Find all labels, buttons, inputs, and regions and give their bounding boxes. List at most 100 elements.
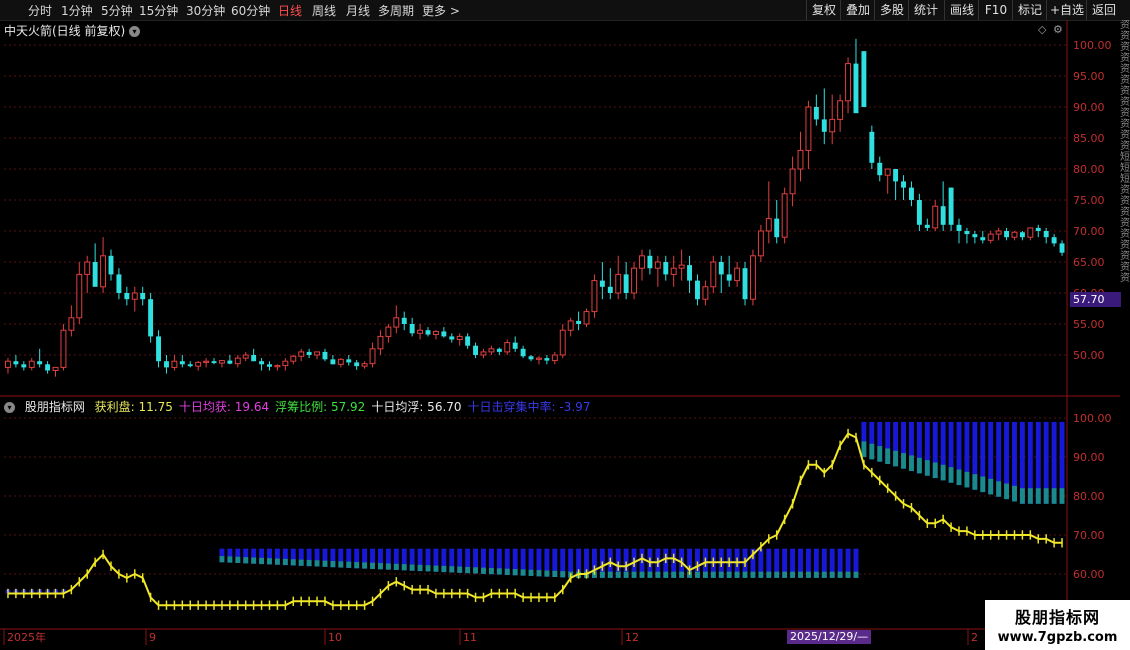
cursor-date-badge: 2025/12/29/— — [787, 630, 872, 644]
candle-body-up — [654, 261, 661, 269]
candle-body-down — [227, 360, 233, 364]
chip-band-teal — [766, 571, 772, 578]
chip-band-teal — [774, 571, 780, 578]
candle-body-up — [84, 261, 91, 275]
candle-body-down — [607, 286, 613, 293]
candle-body-up — [615, 273, 622, 294]
chip-band-teal — [790, 571, 796, 578]
candle-body-up — [757, 230, 764, 257]
candle-body-down — [322, 351, 328, 360]
chip-band-teal — [409, 564, 415, 571]
candle-body-up — [559, 329, 566, 356]
candle-body-down — [496, 348, 502, 352]
chip-band-teal — [837, 571, 843, 578]
chip-band-teal — [362, 562, 368, 569]
chip-band-teal — [639, 571, 645, 578]
chip-band-teal — [314, 560, 320, 567]
chip-band-teal — [988, 478, 994, 495]
chip-band-teal — [924, 460, 930, 476]
candle-body-down — [972, 234, 978, 238]
candle-body-down — [948, 187, 954, 225]
candle-body-down — [1059, 243, 1065, 253]
chip-band-teal — [354, 562, 360, 569]
chip-band-teal — [219, 556, 225, 563]
candle-body-down — [306, 351, 312, 355]
candle-body-down — [647, 255, 653, 269]
chip-band-teal — [338, 561, 344, 568]
candle-body-up — [52, 366, 59, 371]
chip-band-teal — [1051, 488, 1057, 504]
candle-body-up — [536, 357, 542, 360]
candle-body-up — [504, 342, 511, 353]
candle-body-down — [330, 359, 336, 365]
candle-body-down — [893, 169, 899, 182]
candle-body-up — [76, 273, 83, 319]
candle-body-up — [282, 360, 289, 367]
chip-band-teal — [552, 570, 558, 578]
chip-band-teal — [504, 568, 510, 575]
chip-band-teal — [829, 571, 835, 578]
chip-band-teal — [821, 571, 827, 578]
candle-body-up — [631, 267, 638, 294]
watermark: 股朋指标网 www.7gpzb.com — [985, 600, 1130, 650]
candle-body-up — [456, 335, 463, 340]
candle-body-down — [718, 262, 724, 275]
candle-body-down — [687, 265, 693, 281]
candle-body-up — [749, 255, 756, 300]
chip-band-teal — [655, 571, 661, 578]
candle-body-down — [1035, 227, 1041, 231]
candle-body-up — [1027, 227, 1034, 238]
chip-band-teal — [1012, 485, 1017, 502]
candle-body-down — [813, 107, 819, 120]
candle-body-down — [37, 361, 43, 365]
chip-band-teal — [695, 571, 700, 578]
candle-body-up — [417, 329, 424, 334]
chip-band-teal — [710, 571, 716, 578]
main-y-tick: 75.00 — [1073, 194, 1105, 207]
candle-body-down — [695, 280, 700, 300]
chip-band-teal — [861, 441, 867, 457]
candle-body-up — [670, 267, 677, 275]
chip-band-teal — [425, 565, 431, 572]
indicator-y-tick: 100.00 — [1073, 412, 1112, 425]
chip-band-teal — [980, 476, 986, 493]
chip-band-teal — [330, 560, 336, 568]
candle-body-up — [678, 264, 685, 269]
candle-body-down — [520, 348, 526, 357]
candle-body-up — [298, 351, 305, 357]
candle-body-up — [551, 354, 558, 362]
main-y-tick: 100.00 — [1073, 39, 1112, 52]
candle-body-up — [393, 317, 400, 328]
candle-body-up — [218, 360, 225, 364]
chip-band-teal — [235, 556, 241, 564]
candle-body-up — [987, 233, 994, 241]
chip-band-teal — [528, 569, 534, 576]
candle-body-down — [21, 364, 27, 368]
candle-body-down — [956, 224, 962, 231]
candle-body-down — [901, 181, 906, 188]
indicator-y-tick: 70.00 — [1073, 529, 1105, 542]
chip-band-teal — [251, 557, 257, 564]
chip-band-teal — [298, 559, 304, 566]
chip-band-teal — [869, 443, 875, 460]
candle-body-up — [68, 317, 75, 331]
x-axis-label: 10 — [328, 631, 342, 644]
chip-band-teal — [520, 569, 526, 576]
candle-body-down — [916, 200, 922, 225]
candle-body-down — [140, 293, 146, 300]
chart-canvas[interactable]: 50.00 55.00 60.00 65.00 70.00 75.00 80.00 85.00… — [0, 0, 1130, 650]
candle-body-up — [5, 360, 11, 368]
candle-body-up — [567, 320, 574, 331]
chip-band-teal — [615, 571, 621, 578]
side-info-strip: 资资资资资资资资资资资资短短短资资资资资资资资资 — [1120, 20, 1130, 284]
candle-body-down — [164, 361, 169, 368]
candle-body-down — [869, 131, 875, 163]
chip-band-teal — [465, 566, 471, 574]
candle-body-down — [1043, 231, 1049, 238]
chip-band-teal — [449, 566, 455, 573]
candle-body-up — [195, 361, 202, 367]
candle-body-down — [980, 237, 986, 241]
chip-band-teal — [726, 571, 732, 578]
main-y-tick: 85.00 — [1073, 132, 1105, 145]
candle-body-up — [797, 149, 804, 170]
